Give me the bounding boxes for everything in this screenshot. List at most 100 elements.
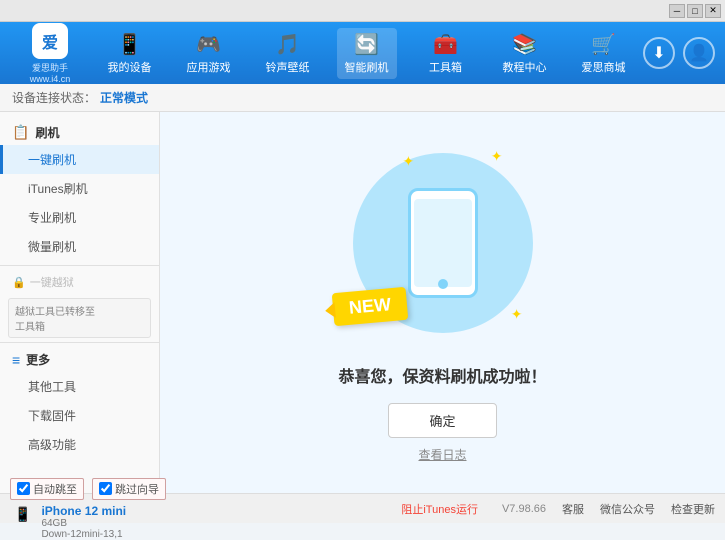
tutorials-icon: 📚 bbox=[512, 32, 537, 57]
logo-line2: www.i4.cn bbox=[30, 74, 71, 84]
status-label: 设备连接状态： bbox=[12, 89, 96, 106]
download-firmware-label: 下载固件 bbox=[28, 409, 76, 423]
nav-apps-games[interactable]: 🎮 应用游戏 bbox=[179, 28, 239, 79]
skip-guide-wrapper: 跳过向导 bbox=[92, 478, 166, 500]
phone-home-btn bbox=[438, 279, 448, 289]
device-section: 📱 iPhone 12 mini 64GB Down-12mini-13,1 bbox=[10, 504, 166, 540]
nav-right: ⬇ 👤 bbox=[643, 37, 715, 69]
status-bar: 设备连接状态： 正常模式 bbox=[0, 84, 725, 112]
my-device-label: 我的设备 bbox=[108, 59, 152, 75]
sidebar-more-header: ≡ 更多 bbox=[0, 347, 159, 372]
version-label: V7.98.66 bbox=[502, 503, 546, 515]
close-btn[interactable]: ✕ bbox=[705, 4, 721, 18]
logo-line1: 爱思助手 bbox=[32, 61, 68, 74]
nav-my-device[interactable]: 📱 我的设备 bbox=[100, 28, 160, 79]
nav-istore[interactable]: 🛒 爱思商城 bbox=[574, 28, 634, 79]
skip-guide-label: 跳过向导 bbox=[115, 481, 159, 497]
istore-icon: 🛒 bbox=[591, 32, 616, 57]
no-itunes-label: 阻止iTunes运行 bbox=[401, 501, 478, 517]
advanced-label: 高级功能 bbox=[28, 438, 76, 452]
nav-smart-flash[interactable]: 🔄 智能刷机 bbox=[337, 28, 397, 79]
smart-flash-icon: 🔄 bbox=[354, 32, 379, 57]
pro-flash-label: 专业刷机 bbox=[28, 211, 76, 225]
account-btn[interactable]: 👤 bbox=[683, 37, 715, 69]
toolbox-label: 工具箱 bbox=[429, 59, 462, 75]
new-badge: NEW bbox=[331, 286, 408, 325]
sidebar-divider-1 bbox=[0, 265, 159, 266]
flash-section-icon: 📋 bbox=[12, 124, 29, 141]
confirm-button[interactable]: 确定 bbox=[388, 403, 496, 438]
smart-flash-label: 智能刷机 bbox=[345, 59, 389, 75]
skip-guide-checkbox[interactable] bbox=[99, 482, 112, 495]
micro-flash-label: 微量刷机 bbox=[28, 240, 76, 254]
one-click-flash-label: 一键刷机 bbox=[28, 153, 76, 167]
bottom-bar: 自动跳至 跳过向导 📱 iPhone 12 mini 64GB Down-12m… bbox=[0, 493, 725, 523]
minimize-btn[interactable]: ─ bbox=[669, 4, 685, 18]
restore-btn[interactable]: □ bbox=[687, 4, 703, 18]
other-tools-label: 其他工具 bbox=[28, 380, 76, 394]
window-controls[interactable]: ─ □ ✕ bbox=[669, 4, 721, 18]
sidebar: 📋 刷机 一键刷机 iTunes刷机 专业刷机 微量刷机 🔒 一键越狱 越狱工具… bbox=[0, 112, 160, 493]
apps-games-icon: 🎮 bbox=[196, 32, 221, 57]
device-info: iPhone 12 mini 64GB Down-12mini-13,1 bbox=[41, 504, 126, 540]
title-bar: ─ □ ✕ bbox=[0, 0, 725, 22]
more-section-icon: ≡ bbox=[12, 352, 20, 368]
logo: 爱 爱思助手 www.i4.cn bbox=[10, 23, 90, 84]
sidebar-item-pro-flash[interactable]: 专业刷机 bbox=[0, 203, 159, 232]
download-btn[interactable]: ⬇ bbox=[643, 37, 675, 69]
nav-ringtones[interactable]: 🎵 铃声壁纸 bbox=[258, 28, 318, 79]
nav-tutorials[interactable]: 📚 教程中心 bbox=[495, 28, 555, 79]
jailbreak-label: 一键越狱 bbox=[30, 274, 74, 290]
sidebar-divider-2 bbox=[0, 342, 159, 343]
ringtones-icon: 🎵 bbox=[275, 32, 300, 57]
tutorials-label: 教程中心 bbox=[503, 59, 547, 75]
nav-bar: 爱 爱思助手 www.i4.cn 📱 我的设备 🎮 应用游戏 🎵 铃声壁纸 🔄 … bbox=[0, 22, 725, 84]
sidebar-item-itunes-flash[interactable]: iTunes刷机 bbox=[0, 174, 159, 203]
sparkle-1: ✦ bbox=[403, 153, 415, 170]
content-area: NEW ✦ ✦ ✦ 恭喜您，保资料刷机成功啦！ 确定 查看日志 bbox=[160, 112, 725, 493]
bottom-right: 阻止iTunes运行 V7.98.66 客服 微信公众号 检查更新 bbox=[401, 501, 715, 517]
sidebar-item-other-tools[interactable]: 其他工具 bbox=[0, 372, 159, 401]
device-phone-icon: 📱 bbox=[14, 506, 31, 523]
wechat-link[interactable]: 微信公众号 bbox=[600, 501, 655, 517]
success-message: 恭喜您，保资料刷机成功啦！ bbox=[338, 363, 546, 387]
nav-items: 📱 我的设备 🎮 应用游戏 🎵 铃声壁纸 🔄 智能刷机 🧰 工具箱 📚 教程中心… bbox=[90, 28, 643, 79]
logo-char: 爱 bbox=[42, 29, 58, 53]
auto-jump-label: 自动跳至 bbox=[33, 481, 77, 497]
jailbreak-lock-icon: 🔒 bbox=[12, 276, 26, 289]
checkbox-row: 自动跳至 跳过向导 bbox=[10, 478, 166, 500]
main-layout: 📋 刷机 一键刷机 iTunes刷机 专业刷机 微量刷机 🔒 一键越狱 越狱工具… bbox=[0, 112, 725, 493]
phone-screen bbox=[414, 199, 472, 287]
sidebar-jailbreak-header: 🔒 一键越狱 bbox=[0, 270, 159, 294]
toolbox-icon: 🧰 bbox=[433, 32, 458, 57]
sparkle-3: ✦ bbox=[511, 306, 523, 323]
customer-service-link[interactable]: 客服 bbox=[562, 501, 584, 517]
my-device-icon: 📱 bbox=[117, 32, 142, 57]
back-link[interactable]: 查看日志 bbox=[418, 446, 466, 463]
flash-section-label: 刷机 bbox=[35, 124, 59, 141]
phone-shape bbox=[408, 188, 478, 298]
ringtones-label: 铃声壁纸 bbox=[266, 59, 310, 75]
istore-label: 爱思商城 bbox=[582, 59, 626, 75]
success-illustration: NEW ✦ ✦ ✦ bbox=[343, 143, 543, 343]
sidebar-item-advanced[interactable]: 高级功能 bbox=[0, 430, 159, 459]
device-name: iPhone 12 mini bbox=[41, 504, 126, 518]
more-section-label: 更多 bbox=[26, 351, 50, 368]
sidebar-item-one-click-flash[interactable]: 一键刷机 bbox=[0, 145, 159, 174]
auto-jump-checkbox[interactable] bbox=[17, 482, 30, 495]
auto-jump-wrapper: 自动跳至 bbox=[10, 478, 84, 500]
sidebar-item-micro-flash[interactable]: 微量刷机 bbox=[0, 232, 159, 261]
apps-games-label: 应用游戏 bbox=[187, 59, 231, 75]
device-version: Down-12mini-13,1 bbox=[41, 529, 126, 540]
status-value: 正常模式 bbox=[100, 89, 148, 106]
logo-icon: 爱 bbox=[32, 23, 68, 59]
device-storage: 64GB bbox=[41, 518, 126, 529]
jailbreak-warning: 越狱工具已转移至 工具箱 bbox=[8, 298, 151, 338]
itunes-flash-label: iTunes刷机 bbox=[28, 182, 88, 196]
sidebar-flash-header: 📋 刷机 bbox=[0, 120, 159, 145]
jailbreak-warning-text: 越狱工具已转移至 工具箱 bbox=[15, 307, 95, 333]
nav-toolbox[interactable]: 🧰 工具箱 bbox=[416, 28, 476, 79]
sparkle-2: ✦ bbox=[491, 148, 503, 165]
sidebar-item-download-firmware[interactable]: 下载固件 bbox=[0, 401, 159, 430]
check-update-link[interactable]: 检查更新 bbox=[671, 501, 715, 517]
